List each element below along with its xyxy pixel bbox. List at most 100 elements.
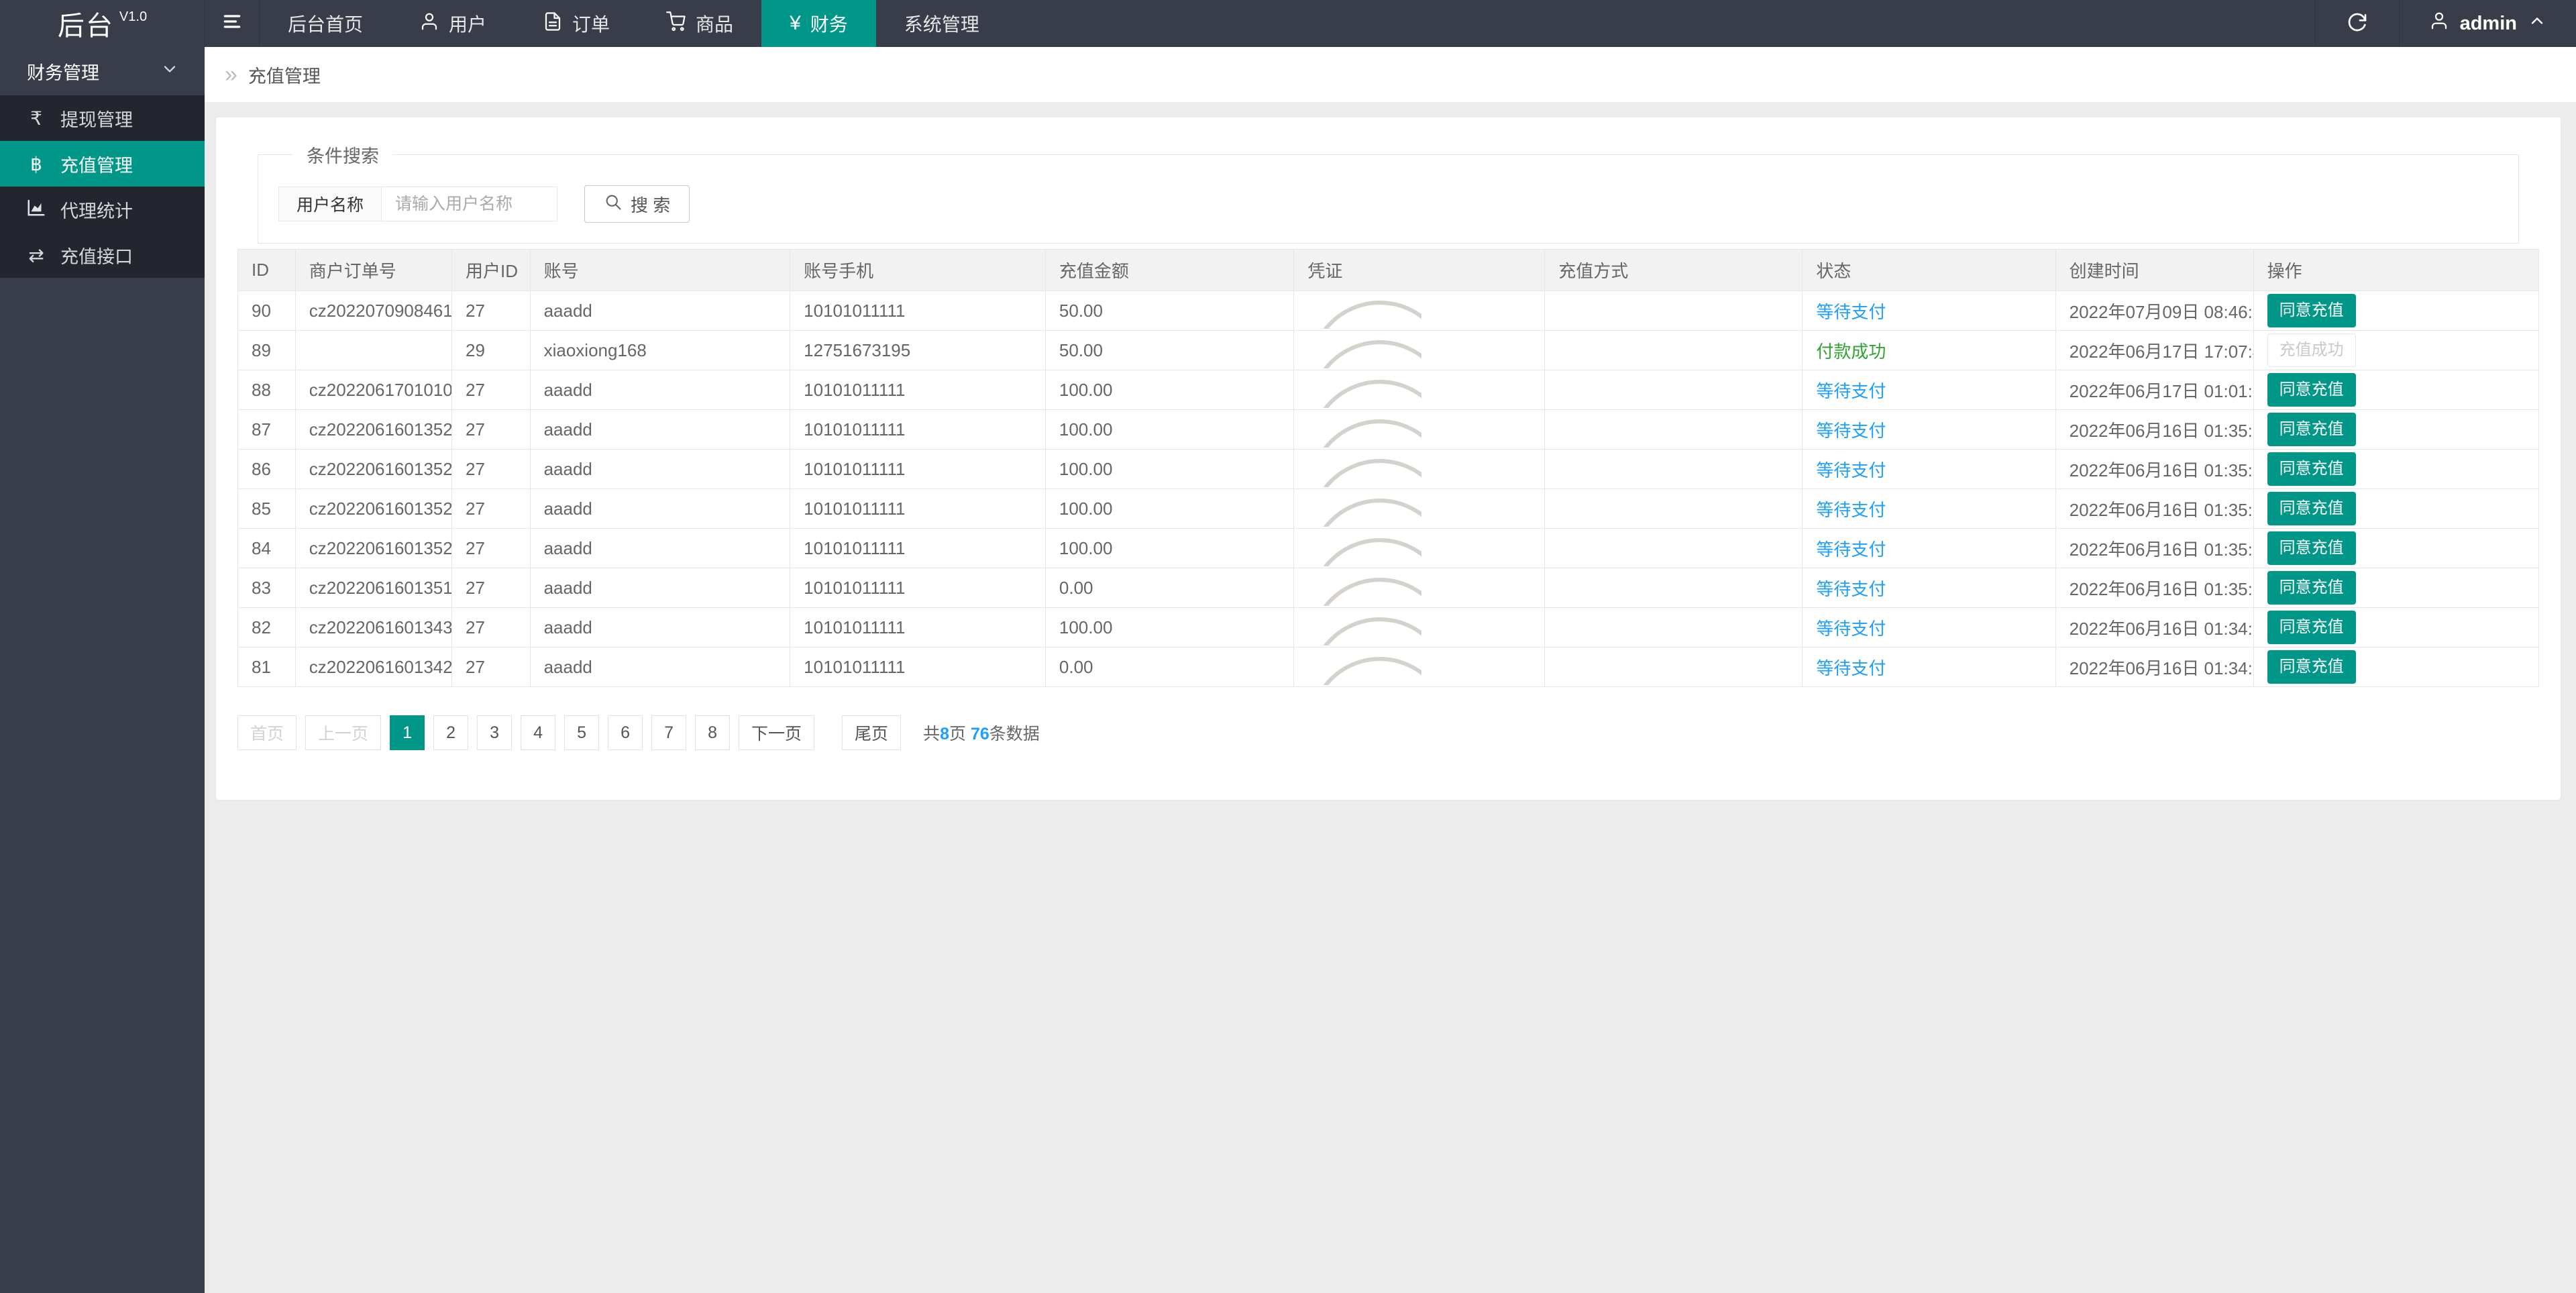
topnav-products[interactable]: 商品 xyxy=(638,0,761,47)
approve-recharge-button[interactable]: 同意充值 xyxy=(2267,650,2356,684)
sidebar-item-withdraw[interactable]: ₹ 提现管理 xyxy=(0,95,205,141)
chevron-down-icon xyxy=(160,60,179,83)
approve-recharge-button[interactable]: 同意充值 xyxy=(2267,492,2356,525)
cell-method xyxy=(1544,568,1803,608)
approve-recharge-button[interactable]: 同意充值 xyxy=(2267,373,2356,407)
cell-amount: 50.00 xyxy=(1044,291,1295,331)
cell-user_id: 29 xyxy=(451,330,531,370)
topnav-home-label: 后台首页 xyxy=(288,14,364,35)
voucher-image-placeholder[interactable] xyxy=(1301,531,1422,566)
sidebar-toggle-button[interactable] xyxy=(205,0,260,47)
approve-recharge-button[interactable]: 同意充值 xyxy=(2267,452,2356,486)
status-text: 等待支付 xyxy=(1816,578,1886,599)
status-text: 等待支付 xyxy=(1816,539,1886,560)
table-row: 85 cz2022061601352... 27 aaadd 10101011111 10… xyxy=(237,488,2540,529)
cell-status: 等待支付 xyxy=(1802,488,2056,529)
page-number-button-6[interactable]: 6 xyxy=(608,715,643,750)
cell-user_id: 27 xyxy=(451,607,531,648)
cell-amount: 50.00 xyxy=(1044,330,1295,370)
cell-method xyxy=(1544,488,1803,529)
page-number-button-5[interactable]: 5 xyxy=(564,715,600,750)
page-number-button-7[interactable]: 7 xyxy=(651,715,687,750)
yuan-icon: ¥ xyxy=(790,12,801,34)
sidebar-item-agent-stats-label: 代理统计 xyxy=(60,201,133,221)
cell-created-at: 2022年07月09日 08:46:11 xyxy=(2055,291,2254,331)
cell-action: 同意充值 xyxy=(2253,409,2540,450)
cell-phone: 10101011111 xyxy=(790,291,1046,331)
column-header-1: 商户订单号 xyxy=(294,249,452,291)
voucher-image-placeholder[interactable] xyxy=(1301,492,1422,527)
user-menu[interactable]: admin xyxy=(2400,0,2576,47)
sidebar-item-recharge[interactable]: ฿ 充值管理 xyxy=(0,141,205,187)
page-number-button-2[interactable]: 2 xyxy=(433,715,469,750)
topnav-finance[interactable]: ¥ 财务 xyxy=(761,0,876,47)
voucher-image-placeholder[interactable] xyxy=(1301,294,1422,329)
app-version: V1.0 xyxy=(119,9,148,24)
sidebar-group-finance[interactable]: 财务管理 xyxy=(0,47,205,95)
cell-account: xiaoxiong168 xyxy=(529,330,791,370)
approve-recharge-button[interactable]: 同意充值 xyxy=(2267,294,2356,327)
status-text: 等待支付 xyxy=(1816,301,1886,322)
summary-pages-word: 页 xyxy=(949,725,966,743)
search-input[interactable] xyxy=(382,187,558,221)
voucher-image-placeholder[interactable] xyxy=(1301,413,1422,448)
user-icon xyxy=(2429,11,2449,36)
page-number-button-3[interactable]: 3 xyxy=(477,715,513,750)
page-number-button-4[interactable]: 4 xyxy=(521,715,556,750)
table-header-row: ID 商户订单号 用户ID 账号 账号手机 充值金额 凭证 充值方式 状态 创建时间 操作 xyxy=(237,249,2540,291)
cell-status: 等待支付 xyxy=(1802,607,2056,648)
cell-method xyxy=(1544,528,1803,568)
cell-id: 83 xyxy=(237,568,296,608)
topnav-finance-label: 财务 xyxy=(810,14,848,35)
voucher-image-placeholder[interactable] xyxy=(1301,333,1422,368)
status-text: 等待支付 xyxy=(1816,499,1886,520)
page-number-button-8[interactable]: 8 xyxy=(695,715,731,750)
cell-user_id: 27 xyxy=(451,568,531,608)
breadcrumb-current: 充值管理 xyxy=(248,66,321,87)
page-last-button[interactable]: 尾页 xyxy=(842,715,902,750)
topnav-orders[interactable]: 订单 xyxy=(515,0,638,47)
voucher-image-placeholder[interactable] xyxy=(1301,373,1422,408)
cell-status: 等待支付 xyxy=(1802,568,2056,608)
cell-phone: 10101011111 xyxy=(790,449,1046,489)
page-number-button-1[interactable]: 1 xyxy=(390,715,425,750)
sidebar-item-agent-stats[interactable]: 代理统计 xyxy=(0,187,205,232)
topnav-users[interactable]: 用户 xyxy=(391,0,515,47)
search-field-label: 用户名称 xyxy=(278,187,382,221)
cart-icon xyxy=(666,11,686,36)
cell-id: 87 xyxy=(237,409,296,450)
approve-recharge-button[interactable]: 同意充值 xyxy=(2267,571,2356,605)
cell-created-at: 2022年06月16日 01:35:24 xyxy=(2055,488,2254,529)
approve-recharge-button[interactable]: 同意充值 xyxy=(2267,531,2356,565)
sidebar-item-recharge-api[interactable]: ⇄ 充值接口 xyxy=(0,232,205,278)
column-header-4: 账号手机 xyxy=(790,249,1046,291)
table-row: 87 cz2022061601352... 27 aaadd 10101011111 10… xyxy=(237,409,2540,450)
approve-recharge-button[interactable]: 同意充值 xyxy=(2267,413,2356,446)
voucher-image-placeholder[interactable] xyxy=(1301,571,1422,606)
search-button[interactable]: 搜 索 xyxy=(584,185,690,223)
cell-order_no: cz2022061701010... xyxy=(294,370,452,410)
app-logo: 后台 V1.0 xyxy=(0,0,205,47)
table-row: 84 cz2022061601352... 27 aaadd 10101011111 10… xyxy=(237,528,2540,568)
topnav-home[interactable]: 后台首页 xyxy=(260,0,391,47)
voucher-image-placeholder[interactable] xyxy=(1301,452,1422,487)
breadcrumb: » 充值管理 xyxy=(205,47,2576,102)
cell-account: aaadd xyxy=(529,291,791,331)
cell-amount: 100.00 xyxy=(1044,488,1295,529)
voucher-image-placeholder[interactable] xyxy=(1301,611,1422,645)
refresh-button[interactable] xyxy=(2314,0,2400,47)
main-content: » 充值管理 条件搜索 用户名称 搜 索 xyxy=(205,47,2576,800)
voucher-image-placeholder[interactable] xyxy=(1301,650,1422,685)
cell-status: 等待支付 xyxy=(1802,370,2056,410)
cell-order_no: cz2022061601352... xyxy=(294,528,452,568)
cell-voucher xyxy=(1293,330,1546,370)
column-header-5: 充值金额 xyxy=(1044,249,1295,291)
topnav-system[interactable]: 系统管理 xyxy=(876,0,1008,47)
page-next-button[interactable]: 下一页 xyxy=(739,715,815,750)
approve-recharge-button[interactable]: 同意充值 xyxy=(2267,611,2356,644)
cell-created-at: 2022年06月16日 01:34:27 xyxy=(2055,647,2254,687)
cell-voucher xyxy=(1293,449,1546,489)
sidebar-item-withdraw-label: 提现管理 xyxy=(60,109,133,130)
cell-phone: 10101011111 xyxy=(790,409,1046,450)
table-row: 86 cz2022061601352... 27 aaadd 10101011111 10… xyxy=(237,449,2540,489)
